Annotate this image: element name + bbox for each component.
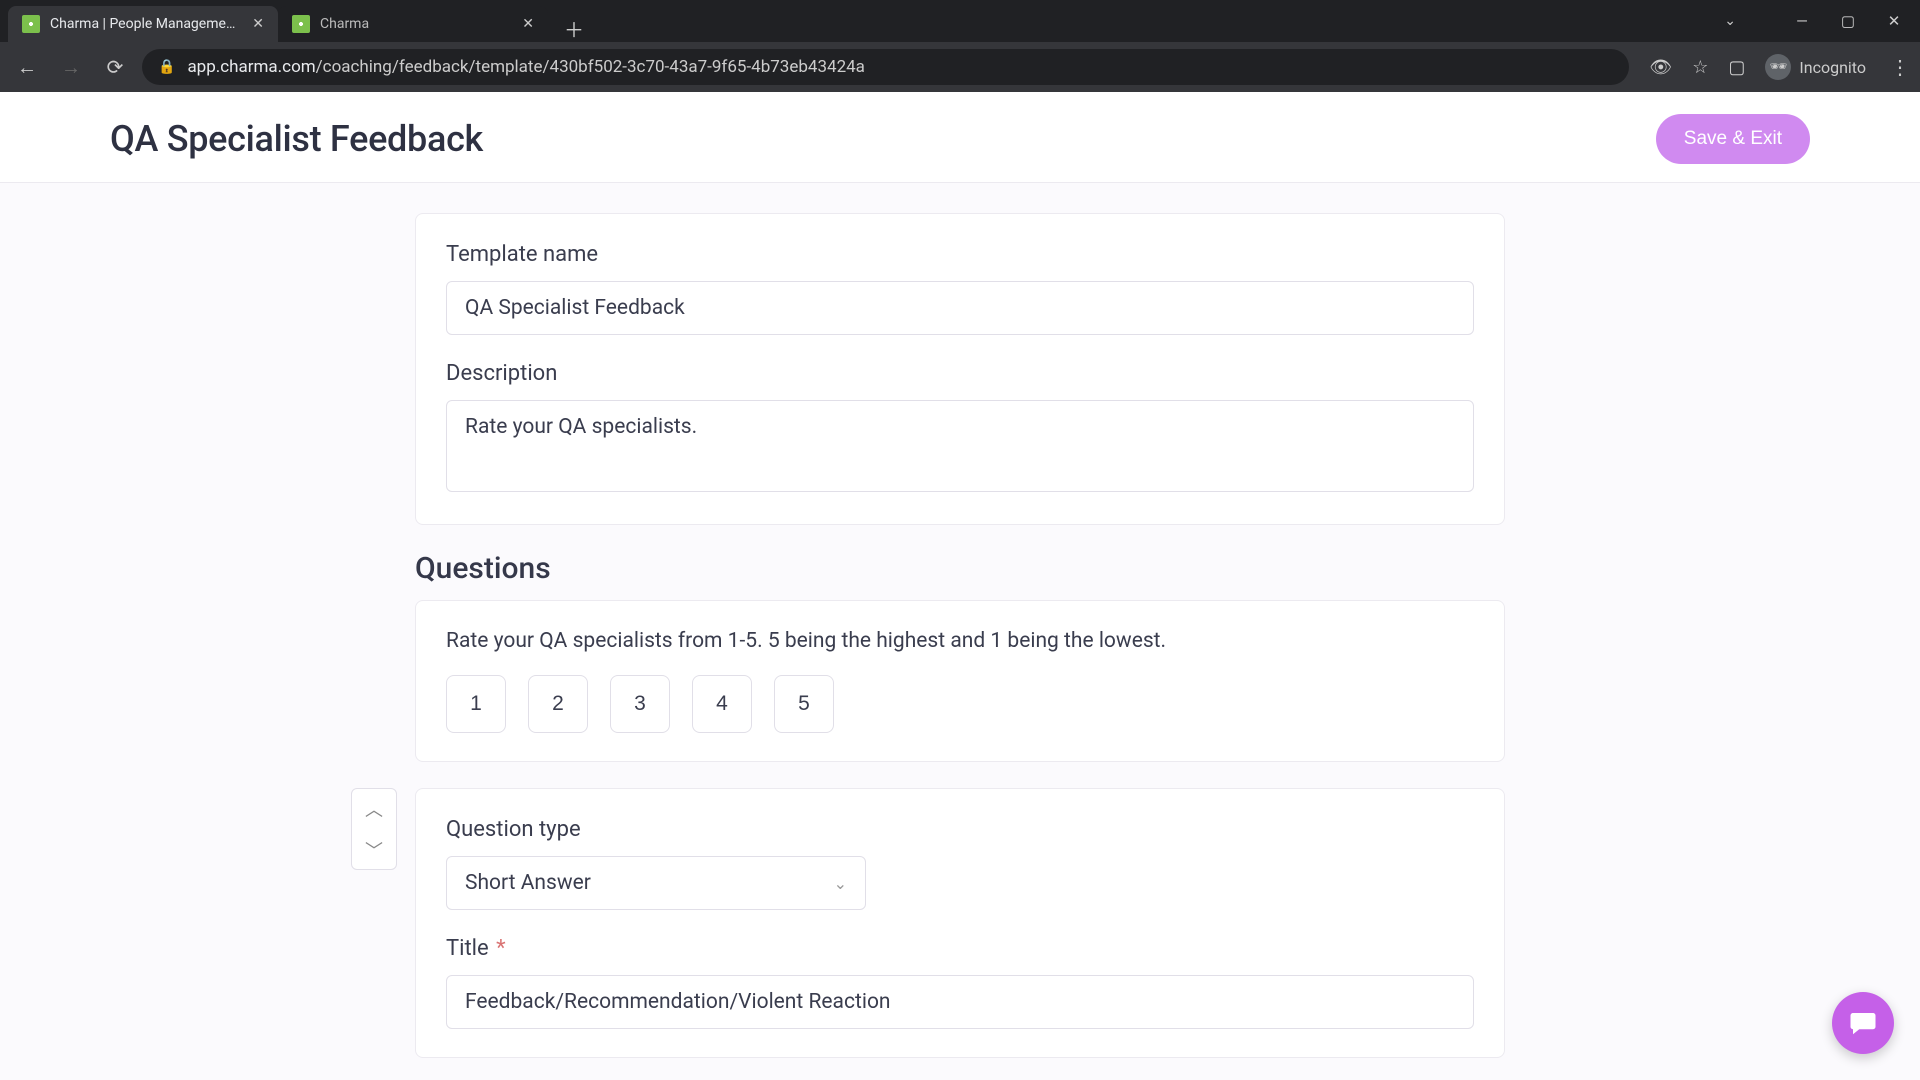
url-text: app.charma.com/coaching/feedback/templat…: [187, 57, 865, 77]
rating-options-row: 1 2 3 4 5: [446, 675, 1474, 733]
questions-heading: Questions: [415, 551, 1505, 586]
browser-tab-2[interactable]: Charma ✕: [278, 6, 548, 42]
lock-icon: 🔒: [158, 59, 175, 75]
template-info-card: Template name Description: [415, 213, 1505, 525]
rating-option-3[interactable]: 3: [610, 675, 670, 733]
rating-option-2[interactable]: 2: [528, 675, 588, 733]
rating-question-text: Rate your QA specialists from 1-5. 5 bei…: [446, 629, 1474, 653]
description-label: Description: [446, 361, 1474, 386]
question-editor-card: Question type Short Answer ⌄ Title *: [415, 788, 1505, 1058]
question-type-label: Question type: [446, 817, 1474, 842]
move-up-button[interactable]: ︿: [352, 789, 396, 829]
rating-option-1[interactable]: 1: [446, 675, 506, 733]
question-title-label: Title *: [446, 936, 1474, 961]
question-type-value: Short Answer: [465, 871, 591, 895]
rating-option-4[interactable]: 4: [692, 675, 752, 733]
question-type-select[interactable]: Short Answer ⌄: [446, 856, 866, 910]
page-root: QA Specialist Feedback Save & Exit Templ…: [0, 92, 1920, 1080]
question-editor-wrap: ︿ ﹀ Question type Short Answer ⌄ Title *: [415, 788, 1505, 1058]
move-down-button[interactable]: ﹀: [352, 829, 396, 869]
new-tab-button[interactable]: ＋: [560, 14, 588, 42]
tab-search-icon[interactable]: ⌄: [1724, 13, 1736, 29]
close-tab-icon[interactable]: ✕: [522, 16, 534, 32]
tab-title: Charma: [320, 16, 512, 32]
close-window-button[interactable]: ✕: [1884, 12, 1904, 30]
browser-toolbar: ← → ⟳ 🔒 app.charma.com/coaching/feedback…: [0, 42, 1920, 92]
chevron-down-icon: ⌄: [834, 874, 847, 893]
chat-icon: [1848, 1008, 1878, 1038]
minimize-button[interactable]: —: [1792, 12, 1812, 30]
eye-off-icon[interactable]: 👁: [1649, 57, 1672, 78]
maximize-button[interactable]: ▢: [1838, 12, 1858, 30]
close-tab-icon[interactable]: ✕: [252, 16, 264, 32]
browser-menu-icon[interactable]: ⋮: [1890, 55, 1910, 79]
rating-question-card: Rate your QA specialists from 1-5. 5 bei…: [415, 600, 1505, 762]
reload-button[interactable]: ⟳: [98, 50, 132, 84]
description-input[interactable]: [446, 400, 1474, 492]
incognito-icon: 🕶: [1765, 54, 1791, 80]
reorder-control: ︿ ﹀: [351, 788, 397, 870]
back-button[interactable]: ←: [10, 50, 44, 84]
forward-button[interactable]: →: [54, 50, 88, 84]
question-title-input[interactable]: [446, 975, 1474, 1029]
bookmark-star-icon[interactable]: ☆: [1692, 57, 1708, 78]
browser-tab-1[interactable]: Charma | People Management S ✕: [8, 6, 278, 42]
help-chat-button[interactable]: [1832, 992, 1894, 1054]
incognito-label: Incognito: [1799, 58, 1866, 77]
address-bar[interactable]: 🔒 app.charma.com/coaching/feedback/templ…: [142, 49, 1629, 85]
page-title: QA Specialist Feedback: [110, 118, 483, 160]
rating-option-5[interactable]: 5: [774, 675, 834, 733]
save-and-exit-button[interactable]: Save & Exit: [1656, 114, 1810, 164]
template-name-input[interactable]: [446, 281, 1474, 335]
tab-favicon: [22, 15, 40, 33]
page-header: QA Specialist Feedback Save & Exit: [0, 92, 1920, 183]
content-area: Template name Description Questions Rate…: [0, 183, 1920, 1080]
tab-favicon: [292, 15, 310, 33]
required-asterisk: *: [496, 936, 505, 961]
template-name-label: Template name: [446, 242, 1474, 267]
profile-chip[interactable]: 🕶 Incognito: [1765, 54, 1866, 80]
install-app-icon[interactable]: ▢: [1728, 57, 1745, 78]
tab-title: Charma | People Management S: [50, 16, 242, 32]
browser-tab-strip: Charma | People Management S ✕ Charma ✕ …: [0, 0, 1920, 42]
